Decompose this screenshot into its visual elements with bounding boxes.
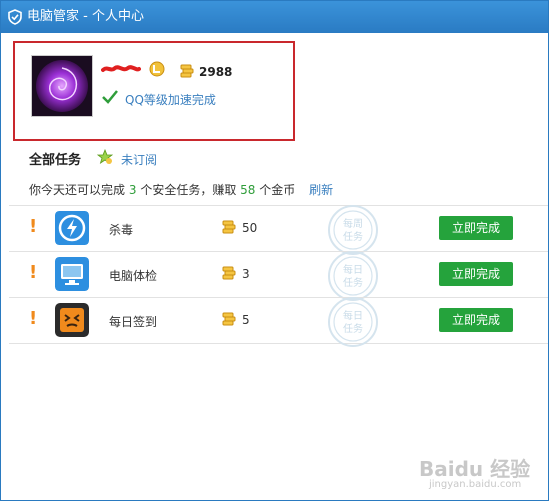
warning-icon: ! <box>29 262 38 283</box>
stamp-line2: 任务 <box>343 230 363 243</box>
warning-icon: ! <box>29 308 38 329</box>
task-coin-value: 50 <box>242 221 258 235</box>
task-name: 电脑体检 <box>109 269 158 283</box>
coin-icon <box>222 220 236 234</box>
shield-logo-icon <box>8 9 22 25</box>
checkin-icon <box>55 303 89 337</box>
daily-task-stamp: 每日 任务 <box>328 251 378 301</box>
task-row: ! 每日签到 5 每日 任务 立即完成 <box>9 297 548 347</box>
monitor-icon <box>55 257 89 291</box>
task-summary: 你今天还可以完成 3 个安全任务，赚取 58 个金币 刷新 <box>29 181 333 198</box>
coin-icon <box>222 266 236 280</box>
summary-prefix: 你今天还可以完成 <box>29 183 126 197</box>
watermark-url: jingyan.baidu.com <box>429 479 522 490</box>
complete-button[interactable]: 立即完成 <box>439 216 513 240</box>
coin-stack-icon <box>180 64 194 78</box>
purple-rose-image <box>32 56 92 116</box>
stamp-line2: 任务 <box>343 322 363 335</box>
checkmark-icon <box>102 90 118 104</box>
summary-suffix: 个金币 <box>259 183 296 197</box>
coin-icon <box>222 312 236 326</box>
stamp-line1: 每日 <box>343 309 363 322</box>
coin-total: 2988 <box>199 65 233 79</box>
stamp-line2: 任务 <box>343 276 363 289</box>
stamp-line1: 每日 <box>343 263 363 276</box>
summary-coin-count: 58 <box>240 183 256 197</box>
speed-status: QQ等级加速完成 <box>125 93 216 107</box>
task-coin-value: 5 <box>242 313 250 327</box>
title-bar[interactable]: 电脑管家 - 个人中心 <box>1 1 548 33</box>
nickname-scribble <box>101 65 141 72</box>
task-name: 每日签到 <box>109 315 158 329</box>
task-name: 杀毒 <box>109 223 134 237</box>
summary-mid: 个安全任务，赚取 <box>140 183 237 197</box>
complete-button[interactable]: 立即完成 <box>439 308 513 332</box>
avatar[interactable] <box>31 55 93 117</box>
tasks-section-title: 全部任务 <box>29 153 82 168</box>
refresh-link[interactable]: 刷新 <box>309 183 333 197</box>
subscribe-link[interactable]: 未订阅 <box>121 151 157 168</box>
weekly-task-stamp: 每周 任务 <box>328 205 378 255</box>
watermark-logo: Baidu 经验 <box>419 457 531 481</box>
task-row: ! 杀毒 50 每周 任务 立即完成 <box>9 205 548 255</box>
subscribe-star-icon[interactable] <box>97 149 113 165</box>
level-badge-icon[interactable] <box>149 61 165 77</box>
task-coin-value: 3 <box>242 267 250 281</box>
summary-task-count: 3 <box>128 183 137 197</box>
lightning-icon <box>55 211 89 245</box>
app-window: 电脑管家 - 个人中心 2988 QQ等级加速完成 全部任务 未订阅 你今天还可… <box>0 0 549 501</box>
daily-task-stamp: 每日 任务 <box>328 297 378 347</box>
window-title: 电脑管家 - 个人中心 <box>27 9 144 24</box>
complete-button[interactable]: 立即完成 <box>439 262 513 286</box>
warning-icon: ! <box>29 216 38 237</box>
stamp-line1: 每周 <box>343 217 363 230</box>
task-row: ! 电脑体检 3 每日 任务 立即完成 <box>9 251 548 301</box>
